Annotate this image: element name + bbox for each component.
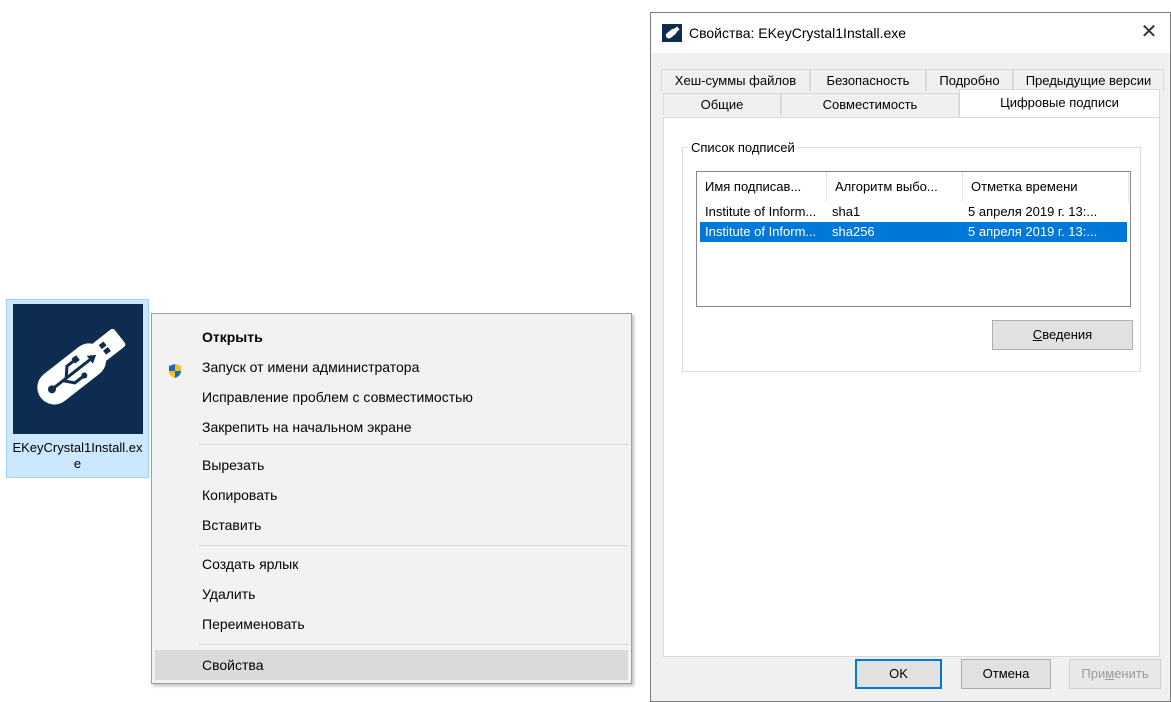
cell-algorithm: sha1 bbox=[832, 204, 861, 219]
menu-item-rename[interactable]: Переименовать bbox=[155, 609, 628, 639]
menu-item-copy[interactable]: Копировать bbox=[155, 480, 628, 510]
menu-item-run-as-admin[interactable]: Запуск от имени администратора bbox=[155, 352, 628, 382]
cell-signer: Institute of Inform... bbox=[705, 204, 817, 219]
signatures-panel: Список подписей Имя подписав... Алгоритм… bbox=[663, 117, 1160, 657]
cell-timestamp: 5 апреля 2019 г. 13:... bbox=[968, 204, 1098, 219]
uac-shield-icon bbox=[167, 359, 183, 378]
dialog-titlebar[interactable]: Свойства: EKeyCrystal1Install.exe ✕ bbox=[651, 13, 1170, 53]
table-row[interactable]: Institute of Inform... sha1 5 апреля 201… bbox=[700, 202, 1127, 222]
tab-general[interactable]: Общие bbox=[663, 93, 781, 115]
column-header-timestamp[interactable]: Отметка времени bbox=[963, 172, 1129, 202]
table-row-selected[interactable]: Institute of Inform... sha256 5 апреля 2… bbox=[700, 222, 1127, 242]
apply-button[interactable]: Применить bbox=[1069, 659, 1161, 689]
tab-details[interactable]: Подробно bbox=[926, 69, 1013, 91]
cancel-button[interactable]: Отмена bbox=[961, 659, 1051, 689]
menu-separator bbox=[199, 644, 628, 645]
properties-dialog: Свойства: EKeyCrystal1Install.exe ✕ Хеш-… bbox=[650, 12, 1171, 702]
signature-list[interactable]: Имя подписав... Алгоритм выбо... Отметка… bbox=[696, 171, 1131, 307]
cell-timestamp: 5 апреля 2019 г. 13:... bbox=[968, 224, 1098, 239]
dialog-title: Свойства: EKeyCrystal1Install.exe bbox=[689, 25, 907, 41]
tab-previous-versions[interactable]: Предыдущие версии bbox=[1013, 69, 1164, 91]
cell-signer: Institute of Inform... bbox=[705, 224, 817, 239]
tab-digital-signatures[interactable]: Цифровые подписи bbox=[959, 89, 1160, 117]
cell-algorithm: sha256 bbox=[832, 224, 875, 239]
ok-button[interactable]: OK bbox=[855, 659, 942, 689]
menu-item-open[interactable]: Открыть bbox=[155, 322, 628, 352]
menu-item-paste[interactable]: Вставить bbox=[155, 510, 628, 540]
menu-separator bbox=[199, 444, 628, 445]
tab-security[interactable]: Безопасность bbox=[810, 69, 926, 91]
column-header-algorithm[interactable]: Алгоритм выбо... bbox=[827, 172, 963, 202]
menu-item-properties[interactable]: Свойства bbox=[155, 650, 628, 680]
menu-item-troubleshoot-compat[interactable]: Исправление проблем с совместимостью bbox=[155, 382, 628, 412]
list-header: Имя подписав... Алгоритм выбо... Отметка… bbox=[697, 172, 1130, 202]
menu-separator bbox=[199, 545, 628, 546]
file-name-label: EKeyCrystal1Install.exe bbox=[12, 440, 143, 471]
usb-drive-icon bbox=[662, 24, 682, 42]
usb-drive-icon bbox=[13, 304, 143, 434]
menu-item-create-shortcut[interactable]: Создать ярлык bbox=[155, 549, 628, 579]
context-menu: Открыть Запуск от имени администратора И… bbox=[151, 313, 632, 684]
details-button[interactable]: Сведения bbox=[992, 320, 1133, 350]
tab-file-hashes[interactable]: Хеш-суммы файлов bbox=[661, 69, 810, 91]
tab-compatibility[interactable]: Совместимость bbox=[781, 93, 959, 115]
menu-item-delete[interactable]: Удалить bbox=[155, 579, 628, 609]
menu-item-pin-to-start[interactable]: Закрепить на начальном экране bbox=[155, 412, 628, 442]
column-header-signer[interactable]: Имя подписав... bbox=[697, 172, 827, 202]
desktop-file-item[interactable]: EKeyCrystal1Install.exe bbox=[6, 299, 149, 478]
menu-item-cut[interactable]: Вырезать bbox=[155, 450, 628, 480]
close-icon[interactable]: ✕ bbox=[1136, 19, 1162, 45]
group-label: Список подписей bbox=[688, 141, 798, 154]
